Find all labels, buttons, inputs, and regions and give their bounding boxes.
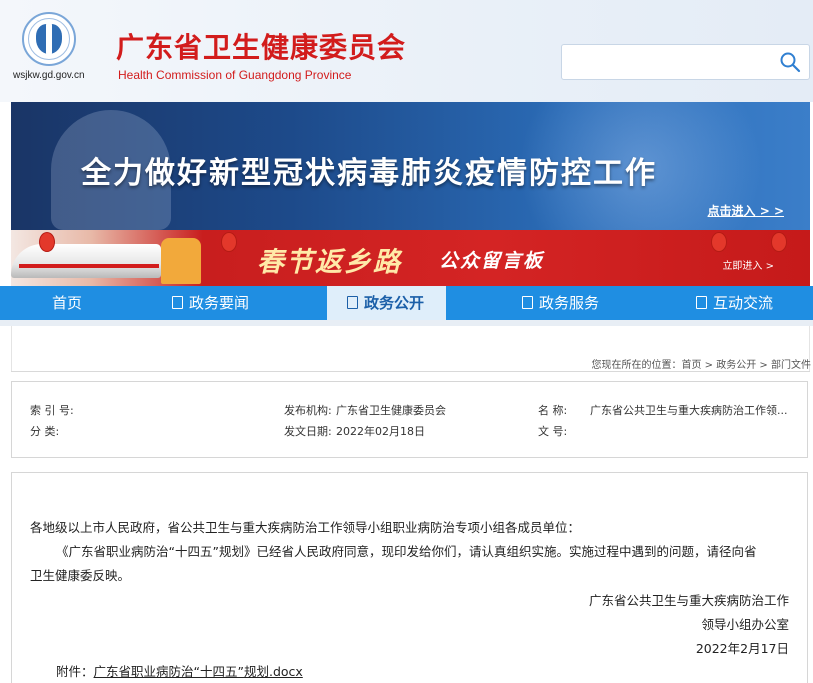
breadcrumb: 您现在所在的位置：首页 > 政务公开 > 部门文件: [591, 360, 812, 371]
nav-item-interaction[interactable]: 互动交流: [696, 286, 773, 320]
date-label: 发文日期:: [284, 425, 332, 438]
nav-item-label: 首页: [52, 294, 83, 312]
site-title[interactable]: 广东省卫生健康委员会: [116, 26, 406, 66]
spring-festival-banner[interactable]: 春节返乡路 公众留言板 立即进入 >: [11, 230, 810, 286]
lantern-icon: [221, 232, 237, 252]
spring-banner-enter-link[interactable]: 立即进入 >: [722, 257, 774, 272]
nav-item-label: 政务公开: [364, 294, 425, 312]
docno-label: 文 号:: [538, 425, 568, 438]
date-value: 2022年02月18日: [336, 425, 425, 438]
covid-banner-title: 全力做好新型冠状病毒肺炎疫情防控工作: [81, 156, 657, 191]
breadcrumb-dept-files[interactable]: 部门文件: [771, 360, 811, 371]
body-paragraph-line2: 卫生健康委反映。: [30, 568, 131, 583]
travelers-image: [161, 238, 201, 284]
service-icon: [522, 296, 533, 309]
name-value: 广东省公共卫生与重大疾病防治工作领...: [590, 404, 788, 417]
publisher-label: 发布机构:: [284, 404, 332, 417]
chat-icon: [696, 296, 707, 309]
covid-banner-enter-link[interactable]: 点击进入 > >: [708, 202, 784, 219]
signature-org-line2: 领导小组办公室: [701, 617, 789, 632]
publisher-value: 广东省卫生健康委员会: [336, 404, 446, 417]
attachment-label: 附件：: [56, 664, 94, 679]
breadcrumb-home[interactable]: 首页: [682, 360, 702, 371]
nav-item-label: 互动交流: [713, 294, 774, 312]
index-label: 索 引 号:: [30, 404, 74, 417]
nav-item-gov-affairs[interactable]: 政务公开: [327, 286, 446, 320]
lantern-icon: [39, 232, 55, 252]
nav-item-home[interactable]: 首页: [52, 286, 82, 320]
spring-banner-title: 春节返乡路: [257, 247, 402, 278]
salutation: 各地级以上市人民政府，省公共卫生与重大疾病防治工作领导小组职业病防治专项小组各成…: [30, 520, 581, 535]
nav-item-services[interactable]: 政务服务: [522, 286, 599, 320]
document-body: 各地级以上市人民政府，省公共卫生与重大疾病防治工作领导小组职业病防治专项小组各成…: [11, 472, 808, 683]
breadcrumb-gov-affairs[interactable]: 政务公开: [716, 360, 756, 371]
site-domain: wsjkw.gd.gov.cn: [13, 70, 85, 81]
document-info-box: 索 引 号: 分 类: 发布机构: 广东省卫生健康委员会 发文日期: 2022年…: [11, 381, 808, 458]
nav-item-news[interactable]: 政务要闻: [172, 286, 249, 320]
nav-item-label: 政务要闻: [189, 294, 250, 312]
search-icon[interactable]: [779, 51, 801, 73]
train-image: [11, 244, 161, 278]
document-icon: [347, 296, 358, 309]
name-label: 名 称:: [538, 404, 568, 417]
signature-date: 2022年2月17日: [695, 641, 789, 656]
lantern-icon: [711, 232, 727, 252]
site-subtitle: Health Commission of Guangdong Province: [118, 68, 352, 82]
lantern-icon: [771, 232, 787, 252]
health-commission-logo-icon[interactable]: [22, 12, 76, 66]
attachment-row: 附件：广东省职业病防治“十四五”规划.docx: [56, 661, 303, 680]
body-paragraph-line1: 《广东省职业病防治“十四五”规划》已经省人民政府同意，现印发给你们，请认真组织实…: [56, 544, 757, 559]
category-label: 分 类:: [30, 425, 60, 438]
attachment-link[interactable]: 广东省职业病防治“十四五”规划.docx: [94, 664, 303, 679]
breadcrumb-prefix: 您现在所在的位置：: [591, 360, 682, 371]
search-input[interactable]: [561, 44, 810, 80]
covid-prevention-banner[interactable]: 全力做好新型冠状病毒肺炎疫情防控工作 点击进入 > >: [11, 102, 810, 230]
signature-org-line1: 广东省公共卫生与重大疾病防治工作: [588, 593, 789, 608]
main-nav: 首页 政务要闻 政务公开 政务服务 互动交流: [0, 286, 813, 320]
spring-banner-subtitle: 公众留言板: [439, 250, 545, 272]
nav-item-label: 政务服务: [539, 294, 600, 312]
news-icon: [172, 296, 183, 309]
